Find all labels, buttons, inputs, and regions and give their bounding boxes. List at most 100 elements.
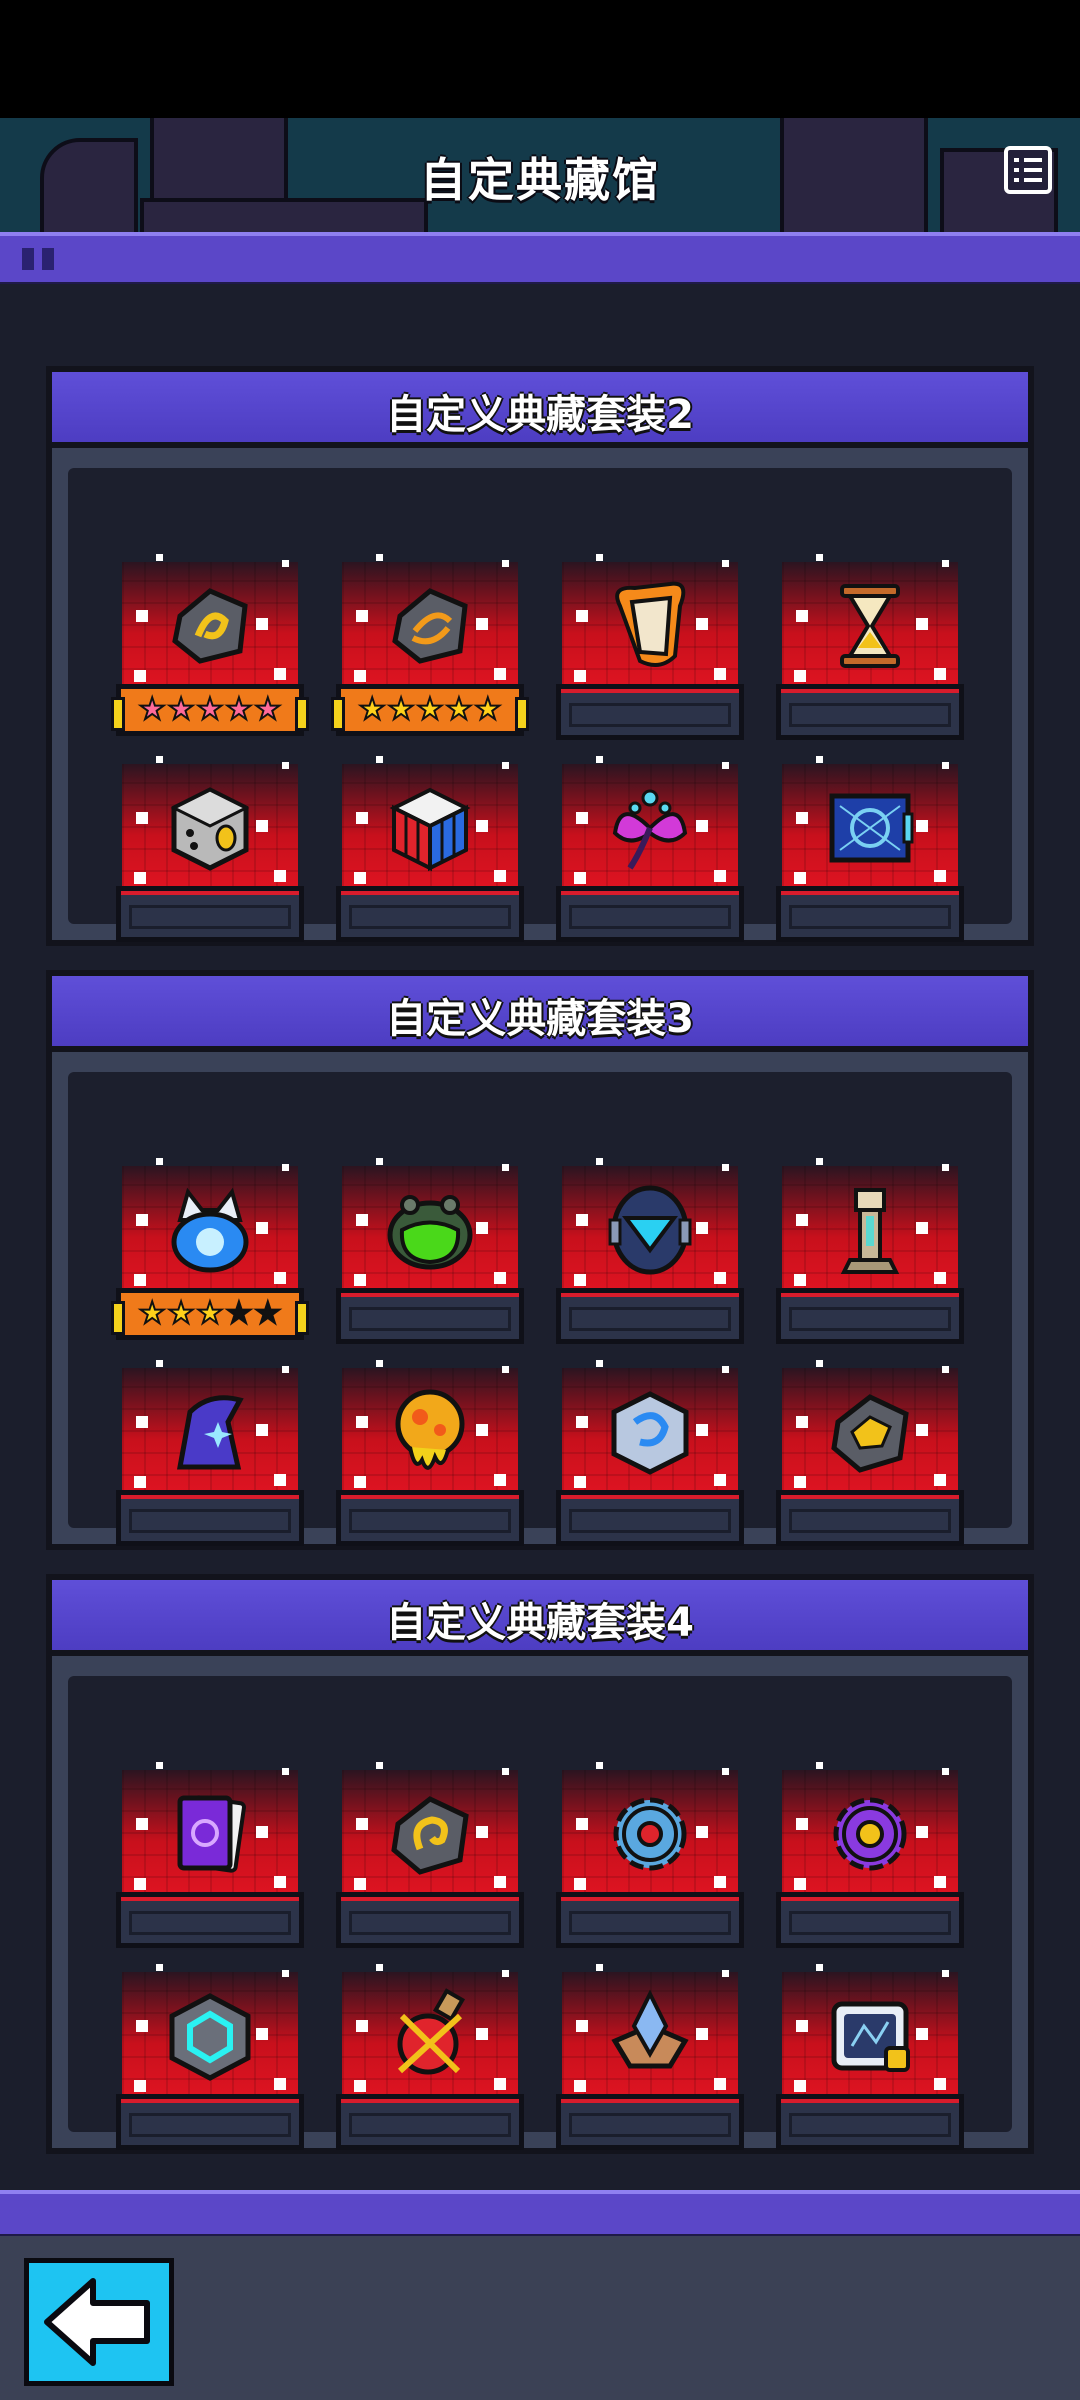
- collection-slot[interactable]: [556, 1958, 744, 2158]
- sparkle-decoration: [796, 1818, 808, 1830]
- orange-swirl-rock-icon: [380, 576, 480, 676]
- collection-slot[interactable]: ★ ★ ★ ★ ★: [111, 548, 309, 748]
- sparkle-decoration: [494, 1474, 506, 1486]
- collection-slot[interactable]: [776, 1958, 964, 2158]
- status-bar: [0, 0, 1080, 118]
- section-grid: [68, 1676, 1012, 2150]
- ear-rock-icon: [380, 1784, 480, 1884]
- collection-set-3: 自定义典藏套装3 ★ ★ ★ ★ ★: [46, 970, 1034, 1550]
- footer: [0, 2236, 1080, 2400]
- sparkle-decoration: [576, 1818, 588, 1830]
- collection-slot[interactable]: [336, 1152, 524, 1352]
- sparkle-decoration: [494, 870, 506, 882]
- display-pedestal: [556, 684, 744, 740]
- sparkle-decoration: [722, 762, 729, 769]
- star-icon: ★: [196, 1296, 225, 1331]
- sparkle-decoration: [942, 762, 949, 769]
- sparkle-decoration: [714, 2078, 726, 2090]
- sparkle-decoration: [934, 1474, 946, 1486]
- collection-slot[interactable]: [336, 750, 524, 950]
- star-icon: ★: [167, 1296, 196, 1331]
- star-icon: ★: [224, 692, 253, 727]
- display-pedestal: [776, 1490, 964, 1546]
- sparkle-decoration: [282, 762, 289, 769]
- collection-slot[interactable]: [116, 1958, 304, 2158]
- sparkle-decoration: [274, 1474, 286, 1486]
- collection-list[interactable]: 自定义典藏套装2 ★ ★ ★ ★ ★ ★ ★ ★ ★ ★ 自定义典藏套装3 ★ ★ ★ ★ ★ 自定义典藏…: [0, 284, 1080, 2190]
- sparkle-decoration: [156, 1964, 163, 1971]
- sparkle-decoration: [354, 1476, 366, 1488]
- sparkle-decoration: [376, 1964, 383, 1971]
- collection-slot[interactable]: [116, 1756, 304, 1956]
- sparkle-decoration: [816, 554, 823, 561]
- sparkle-decoration: [136, 2020, 148, 2032]
- sparkle-decoration: [816, 1762, 823, 1769]
- sparkle-decoration: [796, 1416, 808, 1428]
- collection-slot[interactable]: [776, 750, 964, 950]
- lava-blob-icon: [380, 1382, 480, 1482]
- bottom-divider-bar: [0, 2190, 1080, 2240]
- sparkle-decoration: [794, 872, 806, 884]
- collection-slot[interactable]: ★ ★ ★ ★ ★: [111, 1152, 309, 1352]
- crossed-potion-icon: [380, 1986, 480, 2086]
- sparkle-decoration: [376, 554, 383, 561]
- sparkle-decoration: [796, 812, 808, 824]
- page-title: 自定典藏馆: [420, 153, 660, 207]
- sparkle-decoration: [714, 1876, 726, 1888]
- star-icon: ★: [196, 692, 225, 727]
- sparkle-decoration: [574, 1476, 586, 1488]
- map-tablet-icon: [820, 1986, 920, 2086]
- sparkle-decoration: [376, 1360, 383, 1367]
- magic-flower-icon: [600, 778, 700, 878]
- sparkle-decoration: [356, 1818, 368, 1830]
- cyan-hex-cube-icon: [160, 1986, 260, 2086]
- star-rating: ★ ★ ★ ★ ★: [111, 684, 309, 736]
- collection-slot[interactable]: [776, 1152, 964, 1352]
- sparkle-decoration: [274, 2078, 286, 2090]
- sparkle-decoration: [574, 1274, 586, 1286]
- collection-slot[interactable]: [776, 1756, 964, 1956]
- collection-slot[interactable]: ★ ★ ★ ★ ★: [331, 548, 529, 748]
- sparkle-decoration: [576, 610, 588, 622]
- crystal-cube-icon: [600, 1382, 700, 1482]
- display-pedestal: [556, 1490, 744, 1546]
- sparkle-decoration: [274, 1876, 286, 1888]
- sparkle-decoration: [282, 560, 289, 567]
- collection-slot[interactable]: [336, 1354, 524, 1554]
- sparkle-decoration: [934, 668, 946, 680]
- collection-slot[interactable]: [776, 548, 964, 748]
- collection-slot[interactable]: [336, 1756, 524, 1956]
- sparkle-decoration: [596, 554, 603, 561]
- sparkle-decoration: [794, 2080, 806, 2092]
- back-arrow-icon: [44, 2278, 150, 2366]
- collection-slot[interactable]: [556, 1354, 744, 1554]
- collection-slot[interactable]: [556, 1152, 744, 1352]
- display-pedestal: [776, 1892, 964, 1948]
- display-pedestal: [556, 2094, 744, 2150]
- collection-slot[interactable]: [336, 1958, 524, 2158]
- collection-slot[interactable]: [556, 1756, 744, 1956]
- sparkle-decoration: [494, 1876, 506, 1888]
- sparkle-decoration: [156, 1762, 163, 1769]
- star-icon: ★: [473, 692, 502, 727]
- star-icon: ★: [167, 692, 196, 727]
- collection-slot[interactable]: [116, 1354, 304, 1554]
- sparkle-decoration: [354, 872, 366, 884]
- sparkle-decoration: [794, 670, 806, 682]
- back-button[interactable]: [24, 2258, 174, 2386]
- sparkle-decoration: [376, 756, 383, 763]
- collection-slot[interactable]: [116, 750, 304, 950]
- sparkle-decoration: [722, 1768, 729, 1775]
- sparkle-decoration: [134, 1878, 146, 1890]
- menu-button[interactable]: [1004, 146, 1052, 194]
- collection-slot[interactable]: [776, 1354, 964, 1554]
- pause-decoration-icon: [22, 248, 62, 270]
- collection-slot[interactable]: [556, 548, 744, 748]
- sparkle-decoration: [494, 668, 506, 680]
- sparkle-decoration: [574, 1878, 586, 1890]
- collection-slot[interactable]: [556, 750, 744, 950]
- sparkle-decoration: [282, 1164, 289, 1171]
- display-pedestal: [556, 1892, 744, 1948]
- sparkle-decoration: [714, 1272, 726, 1284]
- section-title: 自定义典藏套装2: [386, 392, 694, 438]
